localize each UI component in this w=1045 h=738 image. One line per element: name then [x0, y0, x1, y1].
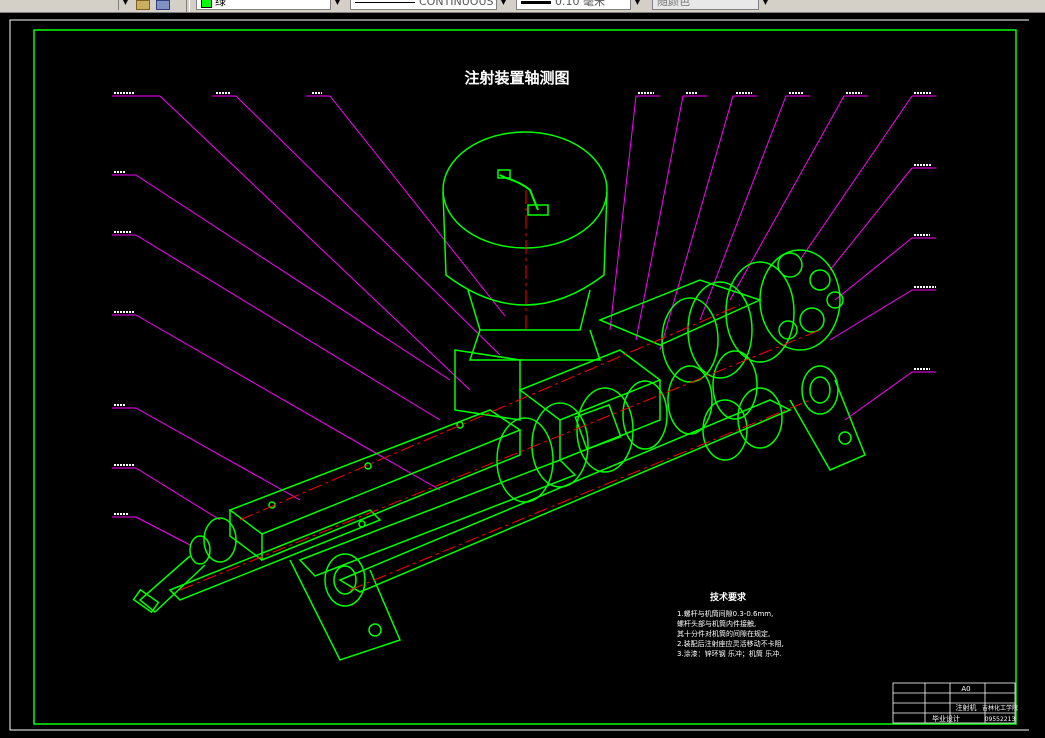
- title-block-subtitle: 毕业设计: [932, 714, 960, 723]
- layer-dropdown-arrow[interactable]: ▼: [118, 0, 132, 10]
- tech-line: 3.涂漆：锌环钢 乐冲；机筒 乐冲.: [677, 649, 781, 658]
- center-lines: [179, 190, 821, 591]
- linetype-dropdown-arrow[interactable]: ▼: [496, 0, 510, 10]
- plotstyle-dropdown-arrow[interactable]: ▼: [758, 0, 772, 10]
- layer-states-icon[interactable]: [136, 0, 150, 10]
- inner-frame: [33, 29, 1017, 725]
- plotstyle-control[interactable]: 随颜色: [652, 0, 772, 10]
- lineweight-label: 0.10 毫米: [555, 0, 605, 8]
- plotstyle-label: 随颜色: [657, 0, 690, 8]
- color-dropdown-arrow[interactable]: ▼: [330, 0, 344, 10]
- linetype-control[interactable]: CONTINUOUS: [350, 0, 510, 10]
- tech-line: 其十分件对机筒的间隙在规定,: [677, 629, 770, 638]
- color-swatch-icon: [201, 0, 212, 8]
- drawing-canvas[interactable]: 注射装置轴测图 技术要求 1.螺杆与机筒间隙0.3-0.6mm, 螺杆头部与机筒…: [0, 13, 1045, 738]
- color-label: 绿: [215, 0, 226, 8]
- title-block-name: 注射机: [956, 703, 977, 712]
- lineweight-dropdown-arrow[interactable]: ▼: [630, 0, 644, 10]
- toolbar-separator: [186, 0, 190, 12]
- title-block-school: 吉林化工学院: [982, 704, 1018, 712]
- part-label-marks: [114, 92, 936, 515]
- tech-requirements-text: 1.螺杆与机筒间隙0.3-0.6mm, 螺杆头部与机筒内件接触, 其十分件对机筒…: [677, 609, 784, 658]
- linetype-label: CONTINUOUS: [419, 0, 494, 8]
- lineweight-sample-line: [521, 0, 551, 4]
- tech-line: 1.螺杆与机筒间隙0.3-0.6mm,: [677, 609, 773, 618]
- tech-requirements-title: 技术要求: [710, 591, 747, 603]
- linetype-sample-line: [355, 1, 415, 3]
- color-control[interactable]: 绿: [196, 0, 344, 10]
- layer-previous-icon[interactable]: [156, 0, 170, 10]
- tech-line: 螺杆头部与机筒内件接触,: [677, 619, 756, 628]
- title-block-id: 09552213: [985, 716, 1016, 723]
- title-block-code: A0: [961, 685, 970, 693]
- leader-lines: [112, 95, 936, 546]
- injection-unit-drawing: [132, 131, 866, 661]
- tech-line: 2.装配后注射座应灵活移动不卡阻,: [677, 639, 784, 648]
- vertical-scrollbar[interactable]: [1029, 13, 1045, 738]
- properties-toolbar: ▼ 绿 ▼ CONTINUOUS ▼ 0.10 毫米 ▼ 随颜色 ▼: [0, 0, 1045, 13]
- drawing-title: 注射装置轴测图: [464, 69, 569, 87]
- lineweight-control[interactable]: 0.10 毫米: [516, 0, 644, 10]
